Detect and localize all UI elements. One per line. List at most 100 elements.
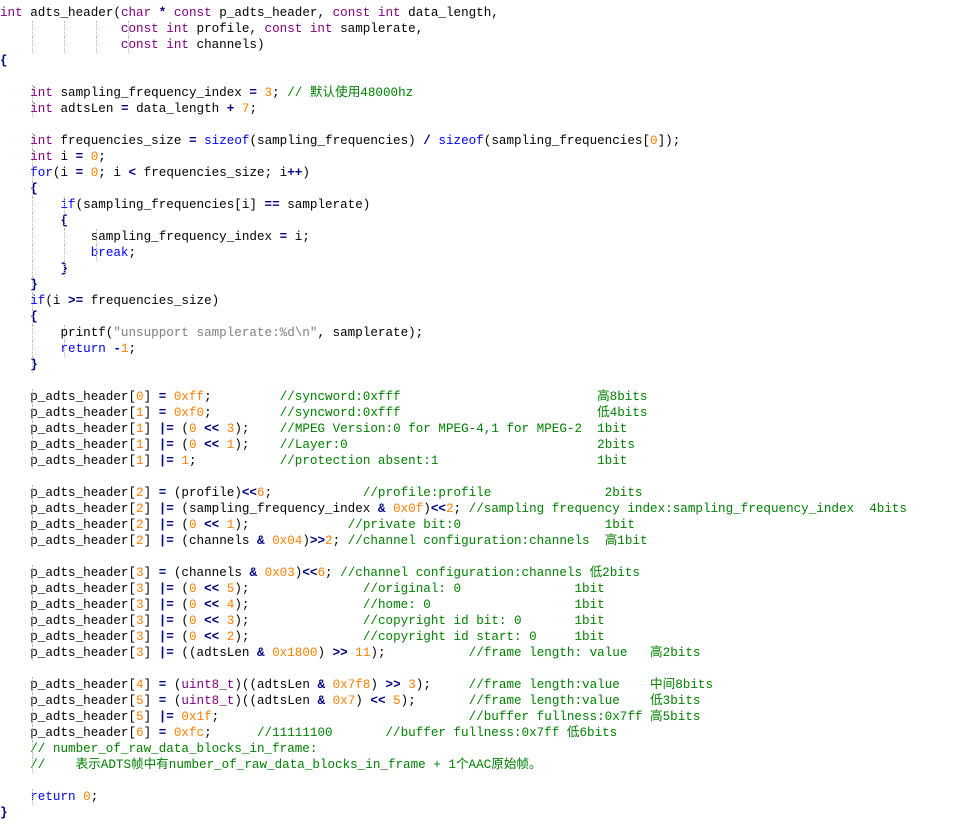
- indent-guide: [32, 357, 33, 373]
- code-line: return -1;: [0, 341, 977, 357]
- code-token-num: 2: [136, 518, 144, 532]
- code-line: p_adts_header[2] |= (sampling_frequency_…: [0, 501, 977, 517]
- code-token-op: |=: [158, 598, 174, 612]
- indent-guide: [32, 709, 33, 725]
- indent-guide: [96, 245, 97, 261]
- code-token-cmt: //sampling frequency index:sampling_freq…: [468, 502, 907, 516]
- code-line: {: [0, 53, 977, 69]
- code-token-num: 2: [445, 502, 454, 516]
- code-editor[interactable]: int adts_header(char * const p_adts_head…: [0, 5, 977, 821]
- indent-guide: [32, 325, 33, 341]
- code-token-txt: ]: [143, 438, 159, 452]
- indent-guide: [96, 37, 97, 53]
- code-line: p_adts_header[5] = (uint8_t)((adtsLen & …: [0, 693, 977, 709]
- code-token-txt: ;: [90, 790, 99, 804]
- code-token-num: 0xfc: [173, 726, 205, 740]
- code-token-txt: ]: [143, 566, 159, 580]
- code-token-txt: p_adts_header[: [0, 390, 137, 404]
- code-token-kw: return: [30, 790, 76, 804]
- code-line: p_adts_header[3] |= (0 << 3); //copyrigh…: [0, 613, 977, 629]
- indent-guide: [64, 229, 65, 245]
- code-token-cmt: //frame length:value 中间8bits: [468, 678, 714, 692]
- code-token-op: <<: [370, 694, 386, 708]
- indent-guide: [32, 581, 33, 597]
- code-token-txt: ]: [143, 630, 159, 644]
- indent-guide: [32, 485, 33, 501]
- indent-guide: [64, 325, 65, 341]
- code-token-txt: );: [400, 694, 469, 708]
- code-token-txt: ]: [143, 582, 159, 596]
- code-token-num: 0xf0: [173, 406, 205, 420]
- code-token-txt: printf(: [0, 326, 114, 340]
- indent-guide: [64, 21, 65, 37]
- code-line: }: [0, 357, 977, 373]
- code-line: break;: [0, 245, 977, 261]
- code-token-txt: p_adts_header[: [0, 406, 137, 420]
- code-token-op: =: [188, 134, 197, 148]
- code-token-cmt: //protection absent:1 1bit: [279, 454, 628, 468]
- code-token-op: <<: [204, 630, 220, 644]
- code-token-num: 0: [188, 614, 197, 628]
- code-token-txt: p_adts_header[: [0, 486, 137, 500]
- code-line: p_adts_header[1] |= (0 << 3); //MPEG Ver…: [0, 421, 977, 437]
- code-token-txt: data_length: [128, 102, 227, 116]
- code-token-num: 6: [257, 486, 265, 500]
- code-token-num: 3: [264, 86, 273, 100]
- code-token-txt: ;: [188, 454, 280, 468]
- code-line: p_adts_header[3] |= ((adtsLen & 0x1800) …: [0, 645, 977, 661]
- code-token-txt: ]: [143, 678, 159, 692]
- code-token-op: <<: [204, 614, 220, 628]
- code-token-txt: ;: [325, 566, 341, 580]
- code-token-txt: p_adts_header[: [0, 598, 137, 612]
- code-token-txt: ): [370, 678, 386, 692]
- code-token-op: |=: [158, 454, 174, 468]
- indent-guide: [32, 597, 33, 613]
- code-token-txt: ;: [249, 102, 258, 116]
- code-token-cmt: //11111100 //buffer fullness:0x7ff 低6bit…: [257, 726, 618, 740]
- code-token-ty: const int: [120, 38, 189, 52]
- indent-guide: [32, 37, 33, 53]
- code-token-txt: samplerate,: [332, 22, 424, 36]
- indent-guide: [32, 389, 33, 405]
- code-line: p_adts_header[2] |= (0 << 1); //private …: [0, 517, 977, 533]
- code-token-op: |=: [158, 646, 174, 660]
- code-token-txt: ]: [143, 454, 159, 468]
- code-token-txt: p_adts_header[: [0, 438, 137, 452]
- code-token-txt: );: [234, 582, 363, 596]
- code-token-txt: ;: [128, 342, 137, 356]
- code-token-txt: ]: [143, 646, 159, 660]
- code-token-num: 0: [136, 390, 144, 404]
- code-token-cmt: //profile:profile 2bits: [362, 486, 643, 500]
- code-token-op: &: [317, 678, 326, 692]
- code-token-txt: )((adtsLen: [234, 694, 318, 708]
- code-token-txt: data_length,: [400, 6, 499, 20]
- code-line: printf("unsupport samplerate:%d\n", samp…: [0, 325, 977, 341]
- code-token-op: |=: [158, 582, 174, 596]
- code-token-txt: p_adts_header[: [0, 502, 137, 516]
- code-token-txt: ): [355, 694, 371, 708]
- code-token-txt: ]: [143, 614, 159, 628]
- code-token-cmt: //home: 0 1bit: [362, 598, 605, 612]
- code-token-txt: p_adts_header[: [0, 454, 137, 468]
- code-token-ty: const int: [264, 22, 333, 36]
- code-token-num: 11: [355, 646, 371, 660]
- code-token-cmt: //buffer fullness:0x7ff 高5bits: [468, 710, 701, 724]
- code-token-txt: (: [173, 630, 189, 644]
